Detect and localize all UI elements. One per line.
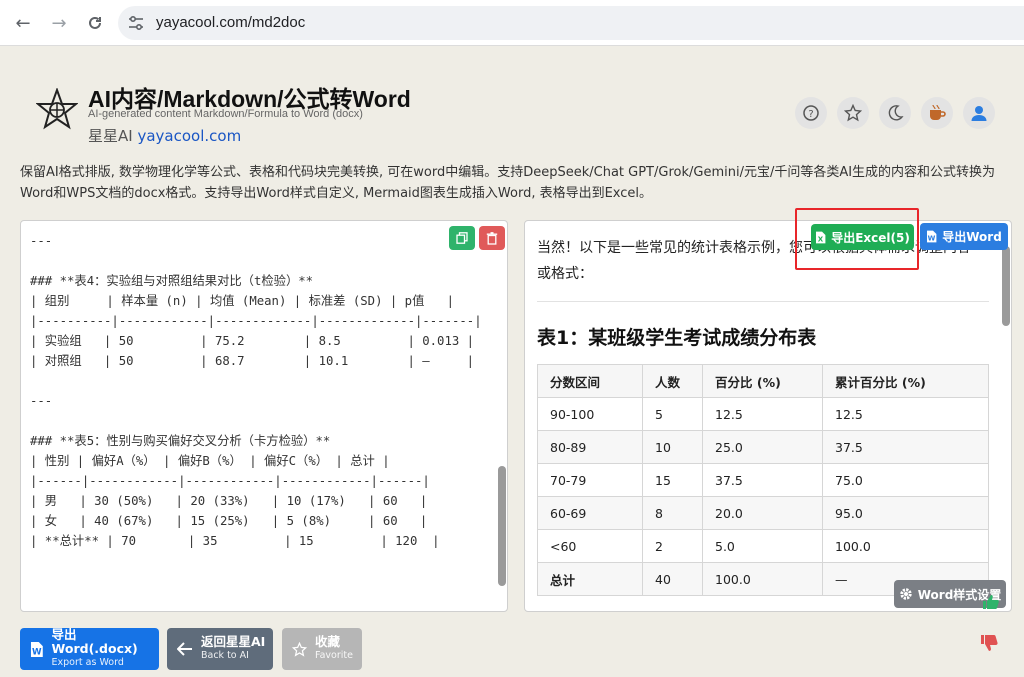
svg-text:?: ? xyxy=(808,109,813,120)
export-word-docx-label: 导出Word(.docx) Export as Word xyxy=(52,628,159,670)
browser-toolbar: ← → yayacool.com/md2doc xyxy=(0,0,1024,46)
table-cell: 15 xyxy=(642,463,703,497)
editor-content[interactable]: --- ### **表4：实验组与对照组结果对比（t检验）** | 组别 | 样… xyxy=(30,231,486,551)
star-outline-icon xyxy=(292,641,307,657)
word-file-icon: W xyxy=(30,641,43,657)
export-word-top-button[interactable]: W 导出Word xyxy=(920,223,1008,250)
star-logo-icon xyxy=(36,88,78,130)
brand-line: 星星AI yayacool.com xyxy=(88,125,241,146)
brand-link[interactable]: yayacool.com xyxy=(137,127,241,145)
word-file-icon: W xyxy=(927,230,937,243)
moon-icon xyxy=(888,105,904,121)
table-cell: 20.0 xyxy=(702,496,823,530)
table-cell: 37.5 xyxy=(702,463,823,497)
table-cell: 90-100 xyxy=(537,397,643,431)
help-icon: ? xyxy=(803,105,819,121)
copy-button[interactable] xyxy=(449,226,475,250)
table-cell: 12.5 xyxy=(702,397,823,431)
export-word-docx-title: 导出Word(.docx) xyxy=(51,627,138,656)
reload-icon[interactable] xyxy=(82,10,108,36)
table-cell: 60-69 xyxy=(537,496,643,530)
table-cell: 100.0 xyxy=(702,562,823,596)
table-cell: 25.0 xyxy=(702,430,823,464)
export-word-top-label: 导出Word xyxy=(942,230,1002,244)
dark-mode-button[interactable] xyxy=(879,97,911,129)
star-icon xyxy=(844,104,862,122)
table-cell: 5 xyxy=(642,397,703,431)
address-bar[interactable]: yayacool.com/md2doc xyxy=(118,6,1024,40)
highlight-annotation-box xyxy=(795,208,919,270)
back-to-ai-title: 返回星星AI xyxy=(201,634,266,649)
table-cell: 70-79 xyxy=(537,463,643,497)
copy-icon xyxy=(456,232,468,244)
coffee-donate-button[interactable] xyxy=(921,97,953,129)
table-header-row: 分数区间 人数 百分比 (%) 累计百分比 (%) xyxy=(537,364,989,398)
table-cell: 40 xyxy=(642,562,703,596)
preview-divider xyxy=(537,301,989,302)
back-to-ai-subtitle: Back to AI xyxy=(201,650,249,661)
table-cell: 2 xyxy=(642,529,703,563)
table-cell: 12.5 xyxy=(822,397,989,431)
forward-arrow-icon[interactable]: → xyxy=(46,10,72,36)
table-header-cell: 分数区间 xyxy=(537,364,643,398)
table-row: 70-79 15 37.5 75.0 xyxy=(537,463,989,497)
markdown-editor[interactable]: --- ### **表4：实验组与对照组结果对比（t检验）** | 组别 | 样… xyxy=(20,220,508,612)
trash-icon xyxy=(486,231,498,245)
user-icon xyxy=(971,106,987,121)
coffee-cup-icon xyxy=(930,104,946,120)
gear-icon xyxy=(900,588,912,600)
export-word-docx-subtitle: Export as Word xyxy=(51,657,124,668)
site-settings-icon[interactable] xyxy=(128,15,144,31)
table-cell: <60 xyxy=(537,529,643,563)
table-row: <60 2 5.0 100.0 xyxy=(537,529,989,563)
preview-panel: 当然！以下是一些常见的统计表格示例，您可以根据具体需求调整内容或格式： 表1：某… xyxy=(524,220,1012,612)
url-text[interactable]: yayacool.com/md2doc xyxy=(156,14,305,31)
table-cell: 75.0 xyxy=(822,463,989,497)
table-row: 80-89 10 25.0 37.5 xyxy=(537,430,989,464)
back-to-ai-label: 返回星星AI Back to AI xyxy=(201,635,265,663)
table-header-cell: 百分比 (%) xyxy=(702,364,823,398)
favorite-button[interactable]: 收藏 Favorite xyxy=(282,628,362,670)
preview-heading: 表1：某班级学生考试成绩分布表 xyxy=(537,327,817,349)
table-cell: 总计 xyxy=(537,562,643,596)
table-cell: 95.0 xyxy=(822,496,989,530)
svg-text:W: W xyxy=(928,235,936,243)
favorite-subtitle: Favorite xyxy=(315,650,353,661)
page-description: 保留AI格式排版, 数学物理化学等公式、表格和代码块完美转换, 可在word中编… xyxy=(20,165,996,201)
table-cell: 10 xyxy=(642,430,703,464)
table-row: 60-69 8 20.0 95.0 xyxy=(537,496,989,530)
back-arrow-icon[interactable]: ← xyxy=(10,10,36,36)
brand-name: 星星AI xyxy=(88,127,133,145)
table-cell: 80-89 xyxy=(537,430,643,464)
table-cell: 100.0 xyxy=(822,529,989,563)
svg-text:W: W xyxy=(32,647,42,657)
favorite-label: 收藏 Favorite xyxy=(315,635,353,663)
clear-button[interactable] xyxy=(479,226,505,250)
preview-scrollbar[interactable] xyxy=(1002,246,1010,326)
preview-table: 分数区间 人数 百分比 (%) 累计百分比 (%) 90-100 5 12.5 … xyxy=(537,364,989,596)
thumbs-up-icon[interactable] xyxy=(982,594,1000,610)
back-to-ai-button[interactable]: 返回星星AI Back to AI xyxy=(167,628,273,670)
favorite-title: 收藏 xyxy=(315,634,341,649)
table-cell: 5.0 xyxy=(702,529,823,563)
thumbs-down-icon[interactable] xyxy=(980,634,1000,652)
table-header-cell: 人数 xyxy=(642,364,703,398)
page-subtitle: AI-generated content Markdown/Formula to… xyxy=(88,108,363,120)
help-button[interactable]: ? xyxy=(795,97,827,129)
table-row: 90-100 5 12.5 12.5 xyxy=(537,397,989,431)
table-cell: 37.5 xyxy=(822,430,989,464)
favorite-star-button[interactable] xyxy=(837,97,869,129)
editor-scrollbar[interactable] xyxy=(498,466,506,586)
user-account-button[interactable] xyxy=(963,97,995,129)
table-header-cell: 累计百分比 (%) xyxy=(822,364,989,398)
arrow-left-icon xyxy=(177,642,192,656)
table-cell: 8 xyxy=(642,496,703,530)
export-word-docx-button[interactable]: W 导出Word(.docx) Export as Word xyxy=(20,628,159,670)
